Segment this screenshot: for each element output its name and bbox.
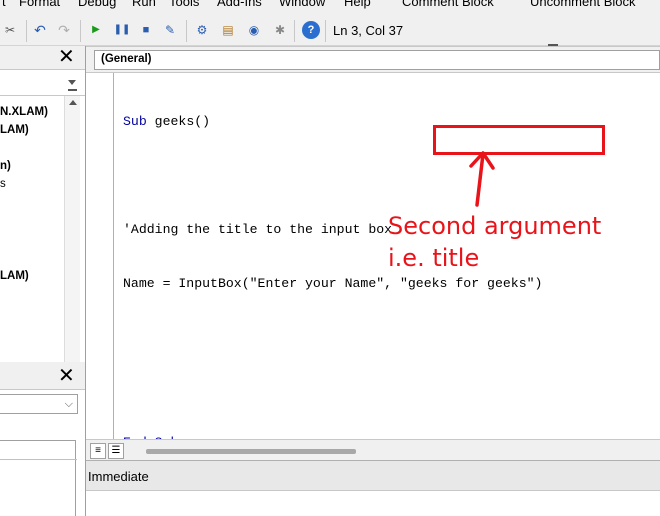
design-mode-icon[interactable]: ✎ [162, 22, 178, 38]
horizontal-scrollbar[interactable]: ≡ ☰ [86, 439, 660, 461]
break-icon[interactable]: ❚❚ [114, 22, 131, 38]
code-keyword: Sub [123, 114, 147, 129]
project-tree-item[interactable]: s [0, 178, 6, 190]
scrollbar-thumb[interactable] [146, 449, 356, 454]
menu-item-add-ins[interactable]: Add-Ins [217, 0, 262, 9]
properties-grid [0, 440, 77, 516]
project-tree-item[interactable]: N.XLAM) [0, 106, 48, 118]
scroll-up-icon[interactable] [69, 100, 77, 105]
object-browser-icon[interactable]: ◉ [246, 22, 262, 38]
menu-bar: t Format Debug Run Tools Add-Ins Window … [0, 0, 660, 10]
toolbox-icon[interactable]: ✱ [272, 22, 288, 38]
menu-item-tools[interactable]: Tools [169, 0, 199, 9]
immediate-window-title: Immediate [86, 461, 660, 491]
object-dropdown[interactable]: (General) [94, 50, 660, 70]
annotation-line: Second argument [388, 212, 602, 240]
menu-item-window[interactable]: Window [279, 0, 325, 9]
code-window-combo-bar: (General) [86, 47, 660, 73]
chevron-down-icon[interactable] [68, 80, 76, 85]
code-text: Name = InputBox("Enter your Name", "geek… [123, 276, 543, 291]
menu-item-run[interactable]: Run [132, 0, 156, 9]
properties-object-dropdown[interactable]: ⌵ [0, 394, 78, 414]
menu-item-debug[interactable]: Debug [78, 0, 116, 9]
toolbar-cut-icon[interactable]: ✂ [2, 22, 18, 38]
margin-indicator-bar[interactable] [86, 73, 114, 439]
toolbar-separator [80, 20, 81, 42]
standard-toolbar: ✂ ↶ ↷ ▶ ❚❚ ■ ✎ ⚙ ▤ ◉ ✱ ? Ln 3, Col 37 [0, 10, 660, 51]
annotation-line: i.e. title [388, 244, 480, 272]
help-icon[interactable]: ? [302, 21, 320, 39]
code-comment: 'Adding the title to the input box [123, 222, 393, 237]
project-pane-scrollbar[interactable] [64, 96, 80, 362]
immediate-window[interactable]: Immediate [86, 460, 660, 516]
cursor-position-readout: Ln 3, Col 37 [327, 20, 549, 43]
menu-item-comment-block[interactable]: Comment Block [402, 0, 494, 9]
project-pane-toolbar [0, 70, 85, 96]
project-pane-header: ✕ [0, 46, 85, 70]
toolbar-separator [294, 20, 295, 42]
close-icon[interactable]: ✕ [58, 366, 75, 386]
properties-pane-header: ✕ [0, 362, 85, 390]
toolbar-separator [26, 20, 27, 42]
toolbar-separator [325, 20, 326, 42]
project-explorer-icon[interactable]: ⚙ [194, 22, 210, 38]
menu-item-format[interactable]: Format [19, 0, 60, 9]
close-icon[interactable]: ✕ [58, 47, 75, 67]
redo-icon[interactable]: ↷ [56, 22, 72, 38]
properties-pane: ✕ ⌵ [0, 362, 86, 516]
run-icon[interactable]: ▶ [88, 22, 104, 38]
annotation-arrow [469, 151, 495, 207]
reset-icon[interactable]: ■ [138, 22, 154, 38]
menu-item-help[interactable]: Help [344, 0, 371, 9]
project-tree-item[interactable]: LAM) [0, 124, 29, 136]
procedure-view-icon[interactable]: ≡ [90, 443, 106, 459]
properties-icon[interactable]: ▤ [220, 22, 236, 38]
menu-item-edit[interactable]: t [2, 0, 6, 9]
grip-icon [68, 89, 77, 91]
chevron-down-icon: ⌵ [64, 398, 73, 410]
annotation-text: Second argument i.e. title [388, 210, 601, 274]
undo-icon[interactable]: ↶ [32, 22, 48, 38]
code-text: geeks() [146, 114, 211, 129]
project-tree-item[interactable]: LAM) [0, 270, 29, 282]
grid-row-divider [0, 459, 77, 460]
project-explorer-pane: ✕ N.XLAM) LAM) n) s LAM) [0, 46, 86, 362]
menu-item-uncomment-block[interactable]: Uncomment Block [530, 0, 635, 9]
code-line: Name = InputBox("Enter your Name", "geek… [123, 275, 542, 293]
project-tree-item[interactable]: n) [0, 160, 11, 172]
toolbar-separator [186, 20, 187, 42]
full-module-view-icon[interactable]: ☰ [108, 443, 124, 459]
